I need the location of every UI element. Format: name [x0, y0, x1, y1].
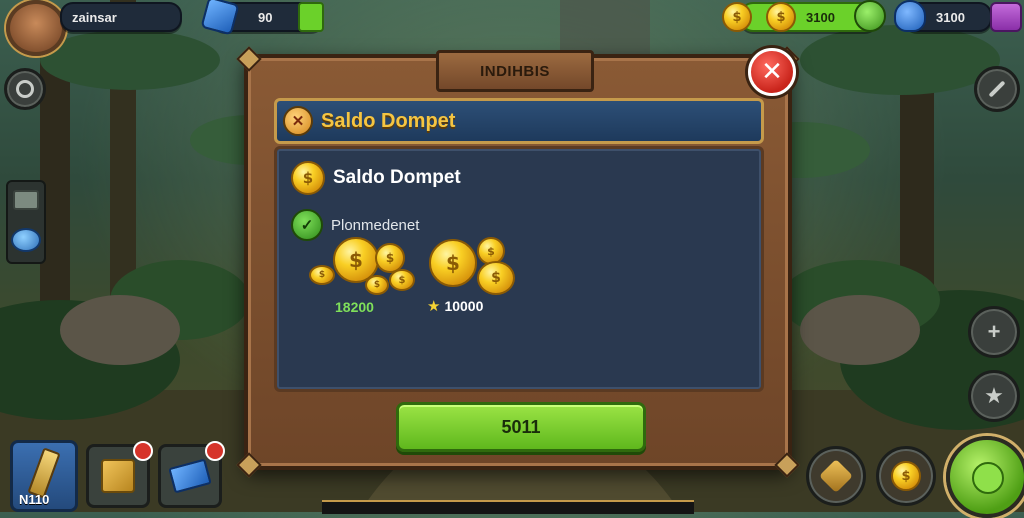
add-button[interactable]: + [968, 306, 1020, 358]
wallet-header-label: Saldo Dompet [321, 109, 456, 132]
reward-2-value: 10000 [444, 298, 484, 314]
tools-button[interactable] [974, 66, 1020, 112]
wallet-dialog: INDIHBIS ✕ ✕ Saldo Dompet $ Saldo Dompet… [236, 46, 800, 478]
shop-button[interactable]: $ [876, 446, 936, 506]
dialog-corner-tl [236, 46, 262, 72]
heart-icon [854, 0, 886, 32]
subtitle-label: Plonmedenet [331, 216, 420, 234]
reward-1-value: 18200 [335, 299, 374, 315]
hammer-icon [819, 459, 853, 493]
gem-icon [200, 0, 240, 36]
reward-2: ★ 10000 [427, 297, 483, 315]
confirm-button[interactable]: 5011 [396, 402, 646, 452]
weapon-count: N110 [19, 492, 50, 507]
coin-pile-1-e: $ [365, 275, 389, 295]
shield-icon [894, 0, 926, 32]
coin-pile-1-d: $ [309, 265, 335, 285]
plus-icon: + [987, 319, 1001, 344]
crab-icon[interactable] [11, 228, 41, 252]
coin-counter: $ $ 3100 [722, 0, 886, 32]
coin-pile-1[interactable]: $ $ $ $ $ [309, 235, 419, 295]
map-icon [101, 459, 135, 493]
sword-icon [27, 447, 61, 499]
balance-label: Saldo Dompet [333, 167, 461, 188]
notification-dot [133, 441, 153, 461]
gear-icon [16, 80, 34, 98]
balance-coin-icon: $ [291, 161, 325, 195]
chest-icon[interactable] [13, 190, 39, 210]
gem-counter: 90 [200, 0, 324, 36]
wallet-header-icon: ✕ [283, 106, 313, 136]
coin-pile-2[interactable]: $ $ $ [425, 235, 525, 295]
ticket-slot[interactable] [158, 441, 225, 508]
coin-icon: $ [722, 2, 752, 32]
dialog-title: INDIHBIS [436, 50, 594, 92]
coin-bag-icon: $ [891, 461, 921, 491]
energy-counter: 3100 [894, 0, 992, 32]
add-gems-button[interactable] [298, 2, 324, 32]
coin-pile-2-main: $ [429, 239, 477, 287]
close-icon: ✕ [761, 57, 783, 87]
coin-pile-1-c: $ [389, 269, 415, 291]
close-button[interactable]: ✕ [748, 48, 796, 96]
coin-pile-2-c: $ [477, 261, 515, 295]
wallet-panel: $ Saldo Dompet ✓ Plonmedenet $ $ $ $ $ 1… [274, 146, 764, 392]
wallet-header: ✕ Saldo Dompet [274, 98, 764, 144]
balance-row: $ Saldo Dompet [291, 161, 461, 195]
notification-dot-2 [205, 441, 225, 461]
craft-button[interactable] [806, 446, 866, 506]
star-icon: ★ [984, 383, 1004, 408]
ticket-icon [168, 458, 212, 494]
dialog-corner-bl [236, 452, 262, 478]
player-avatar[interactable] [6, 0, 66, 56]
play-button[interactable] [946, 436, 1024, 518]
coin-icon-2: $ [766, 2, 796, 32]
map-slot[interactable] [86, 441, 153, 508]
weapon-slot[interactable]: N110 [10, 440, 78, 512]
leaf-icon [972, 462, 1004, 494]
energy-value: 3100 [936, 9, 965, 25]
wrench-icon [988, 80, 1006, 98]
menu-button[interactable] [990, 2, 1022, 32]
star-icon: ★ [427, 298, 441, 315]
player-name: zainsar [72, 9, 117, 25]
coin-value: 3100 [806, 9, 835, 25]
dialog-corner-br [774, 452, 800, 478]
player-name-pill: zainsar [60, 2, 182, 32]
favorite-button[interactable]: ★ [968, 370, 1020, 422]
settings-gear-button[interactable] [4, 68, 46, 110]
gem-value: 90 [258, 9, 273, 25]
